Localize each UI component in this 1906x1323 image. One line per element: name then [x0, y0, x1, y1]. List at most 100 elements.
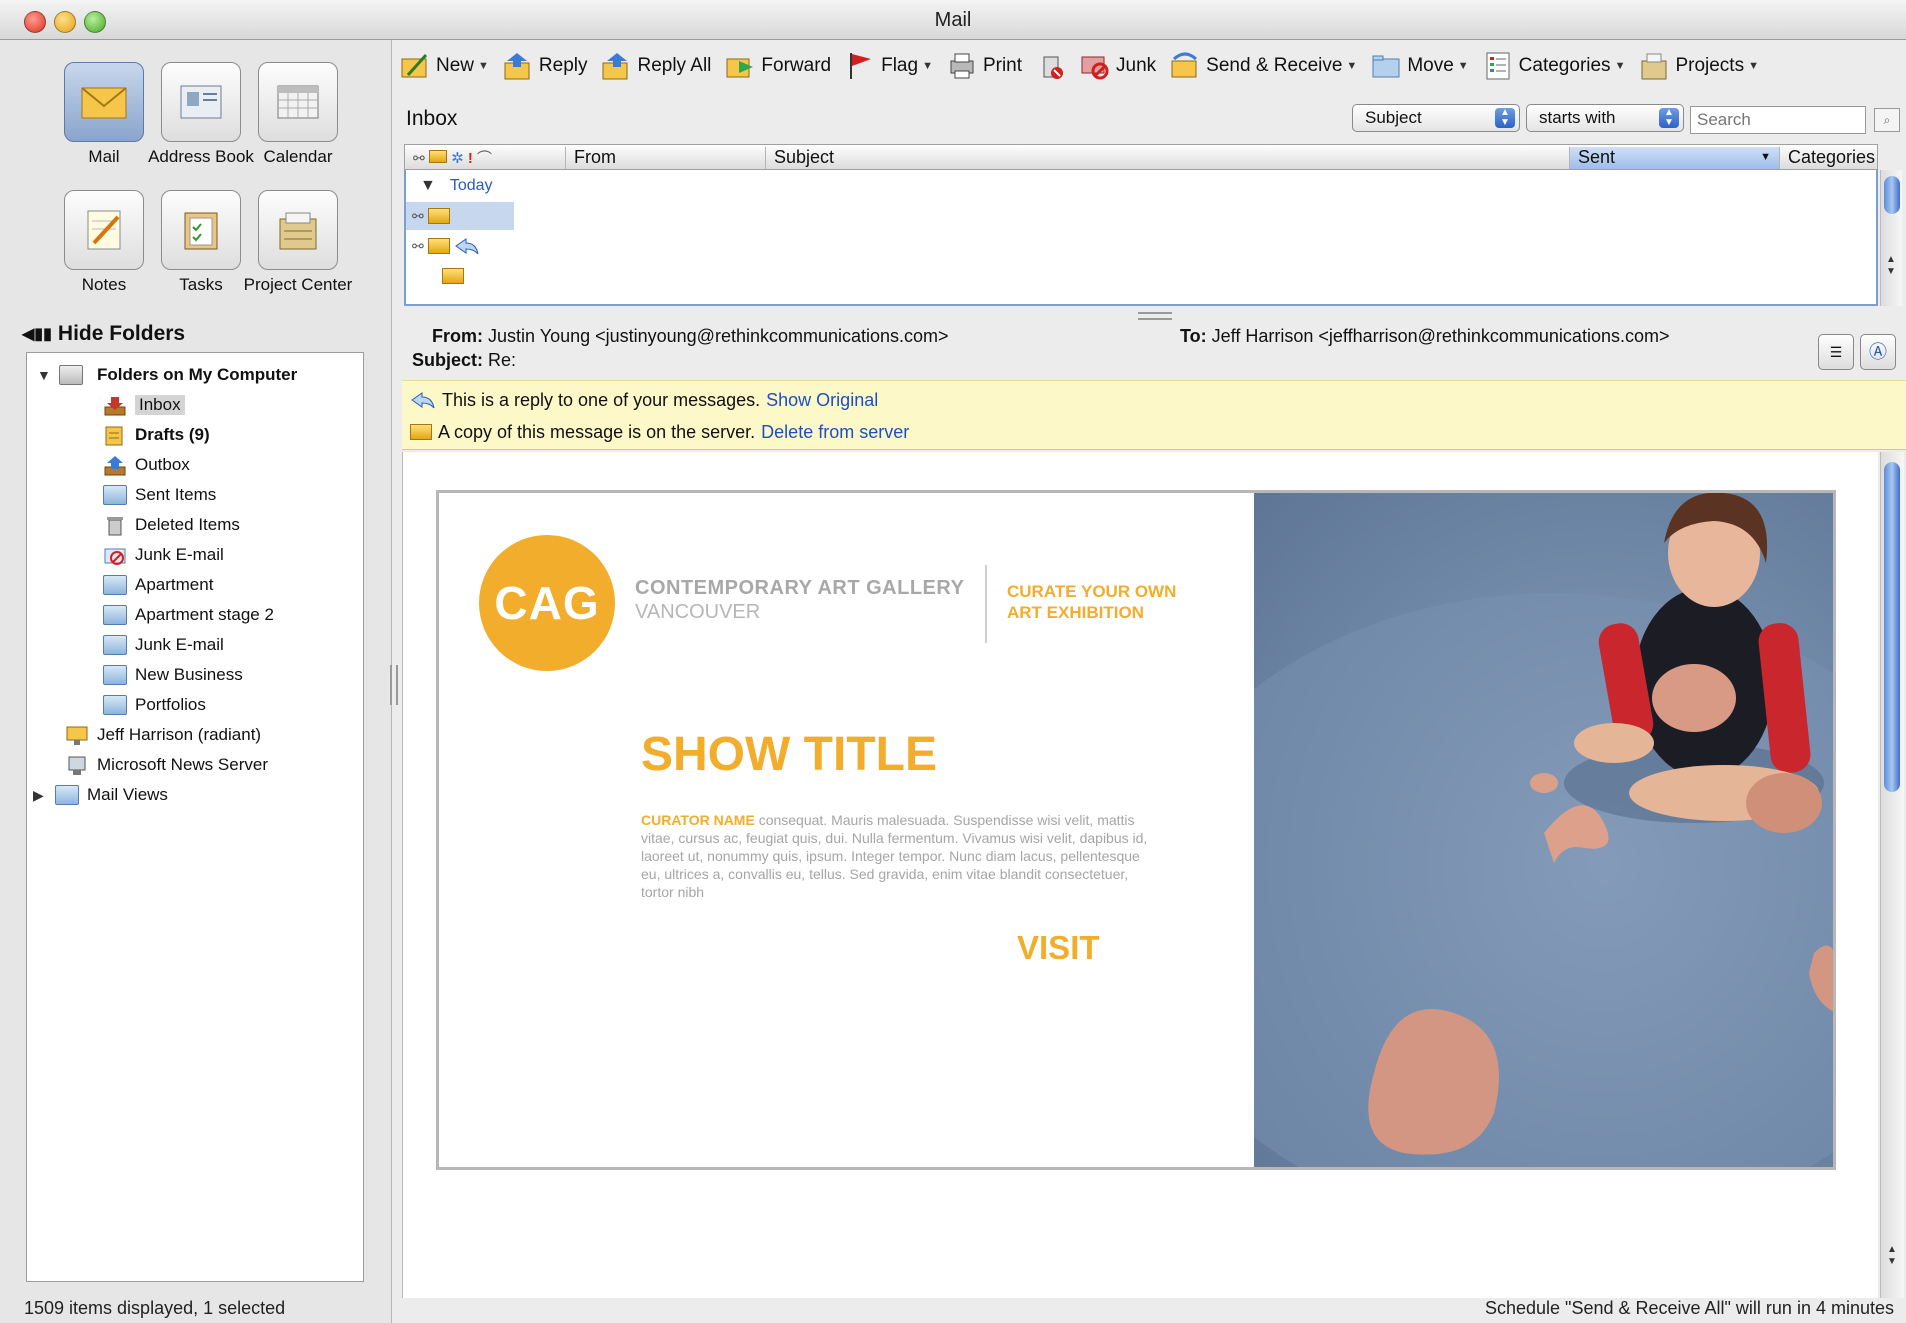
- folder-label: Apartment: [135, 575, 214, 594]
- search-input[interactable]: [1690, 106, 1866, 134]
- message-list-scrollbar[interactable]: ▲ ▼: [1880, 170, 1902, 306]
- link-column-icon[interactable]: ⚯: [413, 150, 425, 166]
- link-icon: ⚯: [412, 207, 424, 224]
- nav-tasks-label: Tasks: [179, 275, 223, 294]
- search-options-icon[interactable]: ⌕: [1874, 108, 1900, 132]
- folder-item-apartment-stage-2[interactable]: Apartment stage 2: [103, 601, 274, 629]
- reply-button[interactable]: Reply: [503, 51, 587, 81]
- column-categories[interactable]: Categories: [1779, 147, 1875, 169]
- scroll-thumb[interactable]: [1884, 462, 1900, 792]
- nav-tasks-button[interactable]: [161, 190, 241, 270]
- dropdown-arrow-icon[interactable]: ▼: [1615, 60, 1626, 72]
- news-server-icon: [65, 755, 89, 775]
- folder-item-junk[interactable]: Junk E-mail: [103, 541, 224, 569]
- flag-button[interactable]: Flag ▼: [845, 51, 933, 81]
- folder-item-deleted-items[interactable]: Deleted Items: [103, 511, 240, 539]
- categories-label: Categories: [1518, 55, 1611, 76]
- dropdown-arrow-icon[interactable]: ▼: [478, 60, 489, 72]
- sent-items-icon: [103, 485, 127, 505]
- disclosure-open-icon[interactable]: ▼: [37, 367, 51, 383]
- folder-item-outbox[interactable]: Outbox: [103, 451, 190, 479]
- filter-field-select[interactable]: Subject ▲ ▼: [1352, 104, 1520, 132]
- cag-logo[interactable]: CAG: [479, 535, 615, 671]
- folder-item-new-business[interactable]: New Business: [103, 661, 243, 689]
- junk-button[interactable]: Junk: [1080, 51, 1156, 81]
- from-value[interactable]: Justin Young <justinyoung@rethinkcommuni…: [488, 326, 949, 346]
- disclosure-open-icon[interactable]: ▼: [420, 177, 436, 195]
- attachment-column-icon[interactable]: ⌒: [477, 150, 492, 167]
- hide-folders-button[interactable]: ◀▮▮ Hide Folders: [22, 322, 185, 346]
- column-sent[interactable]: Sent ▼: [1569, 147, 1779, 169]
- nav-mail-button[interactable]: [64, 62, 144, 142]
- folder-item-sent-items[interactable]: Sent Items: [103, 481, 216, 509]
- group-header-today[interactable]: ▼ Today: [406, 172, 493, 200]
- email-newsletter: CAG CONTEMPORARY ART GALLERY VANCOUVER C…: [436, 490, 1836, 1170]
- account-microsoft-news-server[interactable]: Microsoft News Server: [65, 751, 268, 779]
- dropdown-arrow-icon[interactable]: ▼: [1748, 60, 1759, 72]
- visit-link[interactable]: VISIT: [1017, 929, 1100, 967]
- new-label: New: [436, 55, 475, 76]
- scroll-thumb[interactable]: [1884, 176, 1900, 214]
- folder-label: Portfolios: [135, 695, 206, 714]
- message-row[interactable]: ⚯: [406, 202, 514, 230]
- reply-notice: This is a reply to one of your messages.…: [410, 385, 878, 415]
- move-button[interactable]: Move ▼: [1371, 51, 1469, 81]
- reply-all-label: Reply All: [637, 55, 712, 76]
- filter-operator-select[interactable]: starts with ▲ ▼: [1526, 104, 1684, 132]
- disclosure-closed-icon[interactable]: ▶: [33, 787, 47, 804]
- column-from[interactable]: From: [565, 147, 616, 169]
- folder-item-apartment[interactable]: Apartment: [103, 571, 213, 599]
- priority-column-icon[interactable]: !: [468, 150, 473, 167]
- reply-all-button[interactable]: Reply All: [601, 51, 711, 81]
- flag-icon: [850, 53, 872, 79]
- junk-icon: [103, 545, 127, 565]
- send-receive-button[interactable]: Send & Receive ▼: [1170, 51, 1357, 81]
- new-button[interactable]: New ▼: [400, 51, 489, 81]
- status-column-icon[interactable]: [428, 150, 447, 163]
- folder-item-drafts[interactable]: Drafts (9): [103, 421, 210, 449]
- nav-project-center-button[interactable]: [258, 190, 338, 270]
- to-line: To: Jeff Harrison <jeffharrison@rethinkc…: [1180, 326, 1669, 347]
- column-icons[interactable]: ⚯ ✲ ! ⌒: [413, 147, 492, 168]
- nav-address-book-button[interactable]: [161, 62, 241, 142]
- nav-calendar-button[interactable]: [258, 62, 338, 142]
- folder-root-row[interactable]: ▼ Folders on My Computer: [37, 361, 297, 389]
- nav-notes-button[interactable]: [64, 190, 144, 270]
- dropdown-arrow-icon[interactable]: ▼: [1458, 60, 1469, 72]
- inbox-icon: [103, 395, 127, 416]
- message-row[interactable]: [406, 262, 464, 290]
- folder-item-inbox[interactable]: Inbox: [103, 391, 185, 419]
- send-receive-label: Send & Receive: [1206, 55, 1343, 76]
- folder-item-portfolios[interactable]: Portfolios: [103, 691, 206, 719]
- forward-icon: [726, 58, 754, 78]
- message-body-scrollbar[interactable]: ▲ ▼: [1880, 452, 1904, 1298]
- subject-value: Re:: [488, 350, 517, 370]
- account-jeff-harrison[interactable]: Jeff Harrison (radiant): [65, 721, 261, 749]
- dropdown-arrow-icon[interactable]: ▼: [1346, 60, 1357, 72]
- show-original-link[interactable]: Show Original: [766, 390, 878, 411]
- folder-item-junk-email-2[interactable]: Junk E-mail: [103, 631, 224, 659]
- message-list: ▼ Today ⚯ ⚯: [404, 170, 1878, 306]
- headers-icon: ☰: [1829, 344, 1843, 360]
- categories-button[interactable]: Categories ▼: [1483, 51, 1626, 81]
- message-row[interactable]: ⚯: [406, 232, 480, 260]
- exhibition-photo: [1254, 493, 1833, 1167]
- column-subject[interactable]: Subject: [765, 147, 834, 169]
- scroll-arrows-icon[interactable]: ▲ ▼: [1886, 254, 1896, 278]
- show-headers-button[interactable]: ☰: [1818, 334, 1854, 370]
- forward-button[interactable]: Forward: [725, 51, 831, 81]
- delete-button[interactable]: [1036, 51, 1066, 81]
- sidebar-resize-handle[interactable]: [390, 665, 398, 705]
- print-button[interactable]: Print: [947, 51, 1022, 81]
- delete-from-server-link[interactable]: Delete from server: [761, 422, 909, 443]
- account-label: Mail Views: [87, 785, 168, 804]
- category-column-icon[interactable]: ✲: [451, 150, 464, 167]
- dropdown-arrow-icon[interactable]: ▼: [922, 60, 933, 72]
- curate-cta[interactable]: CURATE YOUR OWN ART EXHIBITION: [1007, 581, 1207, 623]
- pane-resize-handle[interactable]: [1138, 312, 1172, 320]
- to-value[interactable]: Jeff Harrison <jeffharrison@rethinkcommu…: [1212, 326, 1670, 346]
- mail-views-row[interactable]: ▶ Mail Views: [33, 781, 168, 809]
- projects-button[interactable]: Projects ▼: [1639, 51, 1759, 81]
- text-size-button[interactable]: Ⓐ: [1860, 334, 1896, 370]
- scroll-arrows-icon[interactable]: ▲ ▼: [1887, 1244, 1897, 1268]
